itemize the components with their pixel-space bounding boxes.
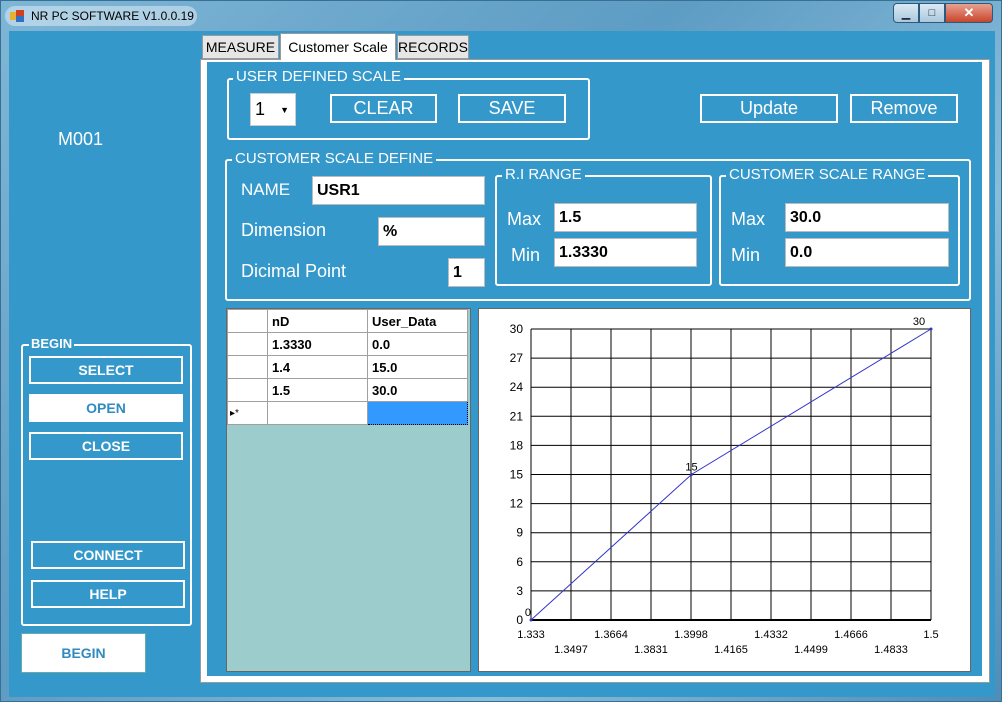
chart-data-label: 15 xyxy=(685,462,697,474)
column-header-user-data[interactable]: User_Data xyxy=(367,309,468,333)
app-icon xyxy=(10,10,24,22)
scale-select-value: 1 xyxy=(255,99,266,119)
name-input[interactable]: USR1 xyxy=(312,176,485,205)
chart-x-tick-label: 1.4165 xyxy=(714,644,748,656)
decimal-point-label: Dicimal Point xyxy=(241,261,347,281)
chart-y-tick-label: 18 xyxy=(510,438,524,452)
ri-max-input[interactable]: 1.5 xyxy=(554,203,697,232)
close-window-button[interactable]: ✕ xyxy=(945,3,993,23)
decimal-point-input[interactable]: 1 xyxy=(448,258,485,287)
grid-cell[interactable]: 15.0 xyxy=(367,355,468,379)
scale-select[interactable]: 1 ▼ xyxy=(250,93,296,126)
name-label: NAME xyxy=(241,180,291,199)
data-grid-table[interactable]: nD User_Data 1.3330 0.0 1.4 15.0 1.5 30.… xyxy=(227,309,468,425)
chart-y-tick-label: 6 xyxy=(516,555,523,569)
grid-cell[interactable]: 30.0 xyxy=(367,378,468,402)
ri-min-label: Min xyxy=(511,245,541,265)
begin-group-title: BEGIN xyxy=(29,336,75,351)
chart-x-tick-label: 1.333 xyxy=(517,629,545,641)
chart-y-tick-label: 27 xyxy=(510,351,524,365)
tab-customer-scale[interactable]: Customer Scale xyxy=(280,33,396,60)
ri-max-label: Max xyxy=(507,209,542,229)
dimension-label: Dimension xyxy=(241,220,327,240)
chart-y-tick-label: 24 xyxy=(510,380,524,394)
title-bar[interactable]: NR PC SOFTWARE V1.0.0.19 ▁ □ ✕ xyxy=(1,1,1001,29)
cs-max-input[interactable]: 30.0 xyxy=(785,203,949,232)
chart-data-label: 0 xyxy=(525,607,531,619)
grid-corner-header[interactable] xyxy=(227,309,268,333)
cs-min-label: Min xyxy=(731,245,761,265)
ri-min-input[interactable]: 1.3330 xyxy=(554,238,697,267)
chart-y-tick-label: 30 xyxy=(510,322,524,336)
maximize-button[interactable]: □ xyxy=(919,3,945,23)
chart-data-point xyxy=(929,327,933,331)
table-row[interactable]: 1.3330 0.0 xyxy=(227,332,468,356)
chart-y-tick-label: 0 xyxy=(516,613,523,627)
connect-button[interactable]: CONNECT xyxy=(31,541,185,569)
chart-y-tick-label: 12 xyxy=(510,497,524,511)
clear-button[interactable]: CLEAR xyxy=(330,94,437,123)
ri-range-title: R.I RANGE xyxy=(502,166,585,183)
chart-x-tick-label: 1.4499 xyxy=(794,644,828,656)
new-row[interactable]: ▸* xyxy=(227,401,468,425)
chart: 0369121518212427301.333 1.3664 1.3998 1.433… xyxy=(510,316,939,656)
chart-x-tick-label: 1.4833 xyxy=(874,644,908,656)
chart-y-tick-label: 15 xyxy=(510,468,524,482)
chart-data-label: 30 xyxy=(913,316,925,328)
select-button[interactable]: SELECT xyxy=(29,356,183,384)
row-header[interactable] xyxy=(227,378,268,402)
cs-min-input[interactable]: 0.0 xyxy=(785,238,949,267)
cs-max-label: Max xyxy=(731,209,766,229)
chevron-down-icon: ▼ xyxy=(280,105,289,115)
table-row[interactable]: 1.5 30.0 xyxy=(227,378,468,402)
chart-y-tick-label: 3 xyxy=(516,584,523,598)
chart-x-tick-label: 1.3497 xyxy=(554,644,588,656)
grid-cell[interactable]: 0.0 xyxy=(367,332,468,356)
app-window: NR PC SOFTWARE V1.0.0.19 ▁ □ ✕ M001 BEGI… xyxy=(0,0,1002,702)
tab-measure[interactable]: MEASURE xyxy=(202,35,279,59)
save-button[interactable]: SAVE xyxy=(458,94,566,123)
column-header-nd[interactable]: nD xyxy=(267,309,368,333)
tab-records[interactable]: RECORDS xyxy=(397,35,469,59)
grid-cell-selected[interactable] xyxy=(367,401,468,425)
chart-y-tick-label: 21 xyxy=(510,409,524,423)
user-defined-scale-title: USER DEFINED SCALE xyxy=(233,68,405,85)
window-controls: ▁ □ ✕ xyxy=(893,3,995,23)
dimension-input[interactable]: % xyxy=(378,217,485,246)
minimize-button[interactable]: ▁ xyxy=(893,3,919,23)
chart-y-tick-label: 9 xyxy=(516,526,523,540)
grid-cell[interactable]: 1.5 xyxy=(267,378,368,402)
chart-x-tick-label: 1.3664 xyxy=(594,629,628,641)
table-row[interactable]: 1.4 15.0 xyxy=(227,355,468,379)
grid-cell[interactable] xyxy=(267,401,368,425)
grid-cell[interactable]: 1.3330 xyxy=(267,332,368,356)
open-button[interactable]: OPEN xyxy=(29,394,183,422)
grid-header-row: nD User_Data xyxy=(227,309,468,333)
row-header[interactable] xyxy=(227,332,268,356)
new-row-marker: ▸* xyxy=(227,401,268,425)
begin-button[interactable]: BEGIN xyxy=(21,633,146,673)
chart-panel: 0 3 6 9 12 15 18 21 24 27 30 1.333 1.3664 1.3998 1.433… xyxy=(478,308,971,672)
device-id-label: M001 xyxy=(58,129,104,149)
chart-x-tick-label: 1.4666 xyxy=(834,629,868,641)
customer-scale-define-title: CUSTOMER SCALE DEFINE xyxy=(232,150,437,167)
update-button[interactable]: Update xyxy=(700,94,838,123)
remove-button[interactable]: Remove xyxy=(850,94,958,123)
customer-scale-range-title: CUSTOMER SCALE RANGE xyxy=(726,166,929,183)
chart-x-tick-label: 1.3998 xyxy=(674,629,708,641)
row-header[interactable] xyxy=(227,355,268,379)
close-button[interactable]: CLOSE xyxy=(29,432,183,460)
chart-x-tick-label: 1.4332 xyxy=(754,629,788,641)
grid-cell[interactable]: 1.4 xyxy=(267,355,368,379)
window-title: NR PC SOFTWARE V1.0.0.19 xyxy=(31,9,194,23)
chart-x-tick-label: 1.3831 xyxy=(634,644,668,656)
help-button[interactable]: HELP xyxy=(31,580,185,608)
chart-x-tick-label: 1.5 xyxy=(923,629,938,641)
